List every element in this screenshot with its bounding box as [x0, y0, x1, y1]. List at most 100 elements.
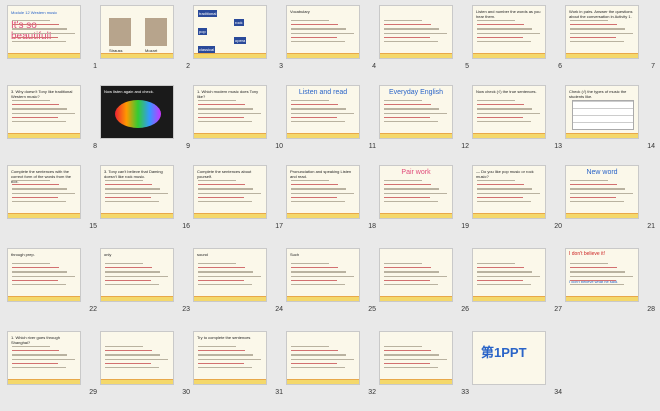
slide-thumbnail[interactable]: Listen and read — [286, 85, 360, 139]
text-lines — [570, 180, 634, 205]
slide-number: 20 — [554, 223, 562, 230]
slide-number: 5 — [465, 63, 469, 70]
slide-number: 9 — [186, 143, 190, 150]
text-lines — [291, 180, 355, 205]
music-word: pop — [198, 28, 207, 35]
text-lines — [477, 180, 541, 205]
slide-footer-bar — [380, 380, 452, 384]
slide-number: 19 — [461, 223, 469, 230]
slide-text: Pronunciation and speaking Listen and re… — [290, 169, 352, 179]
ppt-logo: 第1PPT — [481, 345, 527, 360]
slide-text: Listen and number the words as you hear … — [476, 9, 541, 19]
slide-number: 23 — [182, 306, 190, 313]
slide-text: Now check (√) the true sentences. — [476, 89, 537, 94]
slide-thumbnail[interactable]: Work in pairs. Answer the questions abou… — [565, 5, 639, 59]
slide-thumbnail[interactable]: Complete the sentences about yourself. — [193, 165, 267, 219]
text-lines — [198, 100, 262, 125]
slide-thumbnail[interactable] — [472, 248, 546, 302]
slide-footer-bar — [473, 214, 545, 218]
text-lines — [384, 263, 448, 288]
slide-text: 1. Which modern music does Tony like? — [197, 89, 259, 99]
slide-number: 24 — [275, 306, 283, 313]
slide-footer-bar — [287, 214, 359, 218]
slide-footer-bar — [8, 380, 80, 384]
slide-footer-bar — [287, 54, 359, 58]
slide-thumbnail[interactable]: Everyday English — [379, 85, 453, 139]
text-lines — [12, 100, 76, 125]
slide-number: 34 — [554, 389, 562, 396]
slide-thumbnail[interactable]: Now listen again and check. — [100, 85, 174, 139]
slide-number: 31 — [275, 389, 283, 396]
colorful-graphic — [115, 100, 161, 128]
text-lines — [384, 20, 448, 45]
slide-thumbnail[interactable]: Listen and number the words as you hear … — [472, 5, 546, 59]
text-lines — [105, 180, 169, 205]
slide-footer-bar — [101, 297, 173, 301]
slide-thumbnail[interactable]: Pair work — [379, 165, 453, 219]
slide-thumbnail[interactable]: 3. Tony can't believe that Daming doesn'… — [100, 165, 174, 219]
slide-thumbnail[interactable] — [379, 248, 453, 302]
slide-thumbnail[interactable]: sound — [193, 248, 267, 302]
slide-text: I don't believe it! — [569, 251, 605, 257]
slide-footer-bar — [566, 214, 638, 218]
slide-footer-bar — [101, 380, 173, 384]
slide-thumbnail[interactable]: Now check (√) the true sentences. — [472, 85, 546, 139]
slide-text: Listen and read — [298, 89, 348, 96]
slide-number: 7 — [651, 63, 655, 70]
slide-footer-bar — [8, 134, 80, 138]
slide-number: 26 — [461, 306, 469, 313]
portrait-image — [145, 18, 167, 46]
text-lines — [291, 263, 355, 288]
slide-footer-bar — [101, 54, 173, 58]
slide-thumbnail[interactable]: 1. Which modern music does Tony like? — [193, 85, 267, 139]
slide-footer-bar — [566, 134, 638, 138]
slide-thumbnail[interactable]: — Do you like pop music or rock music? — [472, 165, 546, 219]
text-lines — [12, 263, 76, 288]
slide-thumbnail[interactable]: 1. Which river goes through Shanghai? — [7, 331, 81, 385]
slide-footer-bar — [473, 297, 545, 301]
slide-text: Such — [290, 252, 300, 257]
slide-number: 33 — [461, 389, 469, 396]
slide-thumbnail[interactable] — [379, 331, 453, 385]
slide-thumbnail[interactable]: Such — [286, 248, 360, 302]
slide-number: 12 — [461, 143, 469, 150]
text-lines — [384, 100, 448, 125]
slide-thumbnail[interactable]: Strauss Mozart — [100, 5, 174, 59]
text-lines — [477, 263, 541, 288]
slide-thumbnail[interactable] — [286, 331, 360, 385]
slide-number: 18 — [368, 223, 376, 230]
slide-thumbnail[interactable]: It's so beautiful!Module 12 Western musi… — [7, 5, 81, 59]
slide-footer-bar — [194, 214, 266, 218]
slide-thumbnail[interactable]: traditional rock pop opera classical — [193, 5, 267, 59]
slide-text: Vocabulary — [290, 9, 310, 14]
slide-thumbnail[interactable] — [100, 331, 174, 385]
slide-number: 17 — [275, 223, 283, 230]
slide-thumbnail[interactable]: 3. Why doesn't Tony like traditional Wes… — [7, 85, 81, 139]
slide-footer-bar — [380, 214, 452, 218]
slide-thumbnail[interactable]: only — [100, 248, 174, 302]
slide-thumbnail[interactable]: through prep. — [7, 248, 81, 302]
check-table — [572, 100, 634, 130]
slide-number: 2 — [186, 63, 190, 70]
slide-thumbnail[interactable]: I don't believe it! I don't believe what … — [565, 248, 639, 302]
slide-thumbnail[interactable]: Complete the sentences with the correct … — [7, 165, 81, 219]
text-lines — [477, 100, 541, 125]
slide-thumbnail[interactable] — [379, 5, 453, 59]
slide-footer-bar — [287, 134, 359, 138]
slide-text: only — [104, 252, 112, 257]
slide-thumbnail[interactable]: Check (√) the types of music the student… — [565, 85, 639, 139]
slide-footer-bar — [194, 380, 266, 384]
slide-footer-bar — [8, 214, 80, 218]
slide-thumbnail[interactable]: New word — [565, 165, 639, 219]
slide-thumbnail[interactable]: 第1PPT — [472, 331, 546, 385]
slide-footer-bar — [473, 134, 545, 138]
slide-number: 27 — [554, 306, 562, 313]
slide-thumbnail[interactable]: Vocabulary — [286, 5, 360, 59]
slide-thumbnail[interactable]: Pronunciation and speaking Listen and re… — [286, 165, 360, 219]
slide-text: through prep. — [11, 252, 35, 257]
slide-text: 3. Tony can't believe that Daming doesn'… — [104, 169, 163, 179]
music-word: traditional — [198, 10, 218, 17]
slide-thumbnail[interactable]: Try to complete the sentences — [193, 331, 267, 385]
music-word: rock — [234, 19, 244, 26]
slide-text: Check (√) the types of music the student… — [569, 89, 627, 99]
